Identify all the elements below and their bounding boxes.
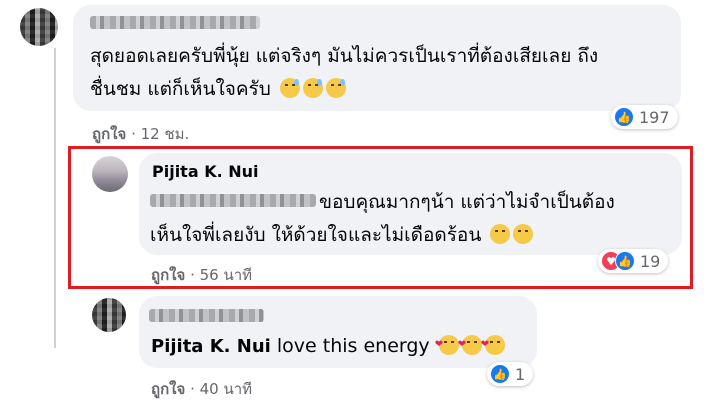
reaction-count: 197 xyxy=(639,107,670,127)
commenter-name-blurred[interactable] xyxy=(149,309,264,322)
reply-text-content: love this energy xyxy=(276,335,430,357)
reaction-count-badge[interactable]: 👍 197 xyxy=(611,105,678,129)
like-action-link[interactable]: ถูกใจ xyxy=(151,380,185,398)
commenter-avatar-blurred[interactable] xyxy=(20,8,58,46)
downcast-sweat-face-icon xyxy=(279,78,300,98)
like-reaction-icon: 👍 xyxy=(490,364,510,384)
reaction-count: 1 xyxy=(515,364,526,384)
commenter-avatar-blurred[interactable] xyxy=(92,298,126,332)
comment-text-line1: สุดยอดเลยครับพี่นุ้ย แต่จริงๆ มันไม่ควรเ… xyxy=(90,45,599,67)
like-action-link[interactable]: ถูกใจ xyxy=(92,125,126,143)
reaction-count: 19 xyxy=(640,251,661,271)
reply-text: Pijita K. Nui love this energy xyxy=(151,329,505,363)
face-blowing-kiss-icon xyxy=(458,329,482,361)
comment-meta: ถูกใจ · 12 ชม. xyxy=(92,122,189,146)
downcast-sweat-face-icon xyxy=(325,78,346,98)
reaction-count-badge[interactable]: 👍 1 xyxy=(487,362,534,386)
reply-text-line1: ขอบคุณมากๆน้า แต่ว่าไม่จำเป็นต้อง xyxy=(319,191,615,213)
reply-avatar[interactable] xyxy=(92,156,128,192)
thread-line xyxy=(54,48,56,348)
reply-text-line2-content: เห็นใจพี่เลยงับ ให้ด้วยใจและไม่เดือดร้อน xyxy=(150,224,482,246)
commenter-name-blurred[interactable] xyxy=(90,16,260,29)
like-action-link[interactable]: ถูกใจ xyxy=(151,266,185,284)
comment-timestamp[interactable]: 56 นาที xyxy=(200,266,252,284)
tagged-user-link[interactable]: Pijita K. Nui xyxy=(151,336,271,357)
reaction-count-badge[interactable]: ♥ 👍 19 xyxy=(598,249,669,273)
comment-text-line2-content: ชื่นชม แต่ก็เห็นใจครับ xyxy=(90,78,271,100)
comment-timestamp[interactable]: 40 นาที xyxy=(200,380,252,398)
reply-meta: ถูกใจ · 56 นาที xyxy=(151,263,252,287)
smiling-face-with-hearts-icon xyxy=(435,329,459,361)
downcast-sweat-face-icon xyxy=(302,78,323,98)
tagged-name-blurred[interactable] xyxy=(150,194,316,207)
like-reaction-icon: 👍 xyxy=(615,251,635,271)
face-blowing-kiss-icon xyxy=(481,329,505,361)
separator-dot: · xyxy=(131,125,136,143)
separator-dot: · xyxy=(190,266,195,284)
comment-text-line2: ชื่นชม แต่ก็เห็นใจครับ xyxy=(90,73,346,105)
separator-dot: · xyxy=(190,380,195,398)
smiling-face-icon xyxy=(490,224,511,244)
reply-author-name[interactable]: Pijita K. Nui xyxy=(152,160,259,184)
comment-timestamp[interactable]: 12 ชม. xyxy=(141,125,190,143)
smiling-face-icon xyxy=(513,224,534,244)
avatar-photo xyxy=(92,156,128,192)
like-reaction-icon: 👍 xyxy=(614,107,634,127)
reply-text-line2: เห็นใจพี่เลยงับ ให้ด้วยใจและไม่เดือดร้อน xyxy=(150,219,534,251)
reply-meta: ถูกใจ · 40 นาที xyxy=(151,377,252,401)
